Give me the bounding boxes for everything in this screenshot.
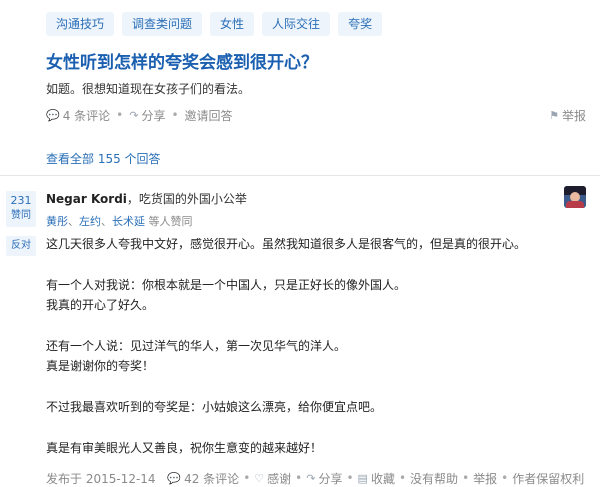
share-icon: ↷ [306,471,316,485]
topic-tag[interactable]: 女性 [210,12,255,36]
voters-suffix: 等人赞同 [145,215,193,228]
question-description: 如题。很想知道现在女孩子们的看法。 [46,82,251,96]
question-share-label: 分享 [141,108,166,123]
author-info: Negar Kordi，吃货国的外国小公举 [46,190,247,207]
flag-icon: ⚑ [549,108,559,122]
divider [0,175,600,176]
comment-icon: 💬 [46,108,60,122]
answer-content: 这几天很多人夸我中文好，感觉很开心。虽然我知道很多人是很客气的，但是真的很开心。… [46,234,576,458]
question-report-label: 举报 [561,108,586,123]
answer-actions: 发布于 2015-12-14 💬 42 条评论 • ♡ 感谢 • ↷ 分享 • … [46,470,590,486]
invite-answer-link[interactable]: 邀请回答 [185,107,233,124]
topic-tag[interactable]: 夸奖 [338,12,383,36]
collect-link[interactable]: ▤ 收藏 [358,470,395,487]
heart-icon: ♡ [254,471,265,485]
voter-separator: 、 [101,215,112,228]
answer-share-label: 分享 [318,471,343,486]
author-bio: ，吃货国的外国小公举 [126,192,247,206]
collect-label: 收藏 [370,471,395,486]
separator-dot: • [116,108,124,122]
separator-dot: • [295,471,303,485]
separator-dot: • [243,471,251,485]
share-icon: ↷ [129,108,139,122]
not-helpful-link[interactable]: 没有帮助 [410,470,458,487]
copyright-link[interactable]: 作者保留权利 [512,470,584,487]
upvote-label: 赞同 [11,210,31,221]
separator-dot: • [398,471,407,485]
topic-tags: 沟通技巧 调查类问题 女性 人际交往 夸奖 [46,12,383,36]
voter-separator: 、 [68,215,79,228]
thanks-label: 感谢 [267,471,292,486]
answer-comments-link[interactable]: 💬 42 条评论 [167,470,239,487]
voter-link[interactable]: 左约 [79,215,101,228]
answer-date-link[interactable]: 发布于 2015-12-14 [46,470,156,487]
avatar[interactable] [564,186,586,208]
voter-link[interactable]: 黄彤 [46,215,68,228]
answer-line: 有一个人对我说：你根本就是一个中国人，只是正好长的像外国人。 [46,278,407,292]
question-actions: 💬 4 条评论 • ↷ 分享 • 邀请回答 ⚑ 举报 [46,106,586,124]
answer-line: 真是谢谢你的夸奖！ [46,359,155,373]
answer-line: 还有一个人说：见过洋气的华人，第一次见华气的洋人。 [46,339,347,353]
topic-tag[interactable]: 沟通技巧 [46,12,115,36]
answer-line: 不过我最喜欢听到的夸奖是：小姑娘这么漂亮，给你便宜点吧。 [46,400,383,414]
topic-tag[interactable]: 人际交往 [262,12,331,36]
bookmark-icon: ▤ [357,471,368,485]
vote-count: 231 [10,194,32,207]
answer-share-link[interactable]: ↷ 分享 [306,470,342,487]
voters-line: 黄彤、左约、长术延 等人赞同 [46,213,193,229]
separator-dot: • [462,471,470,485]
separator-dot: • [171,108,179,122]
downvote-button[interactable]: 反对 [6,236,36,256]
answer-line: 这几天很多人夸我中文好，感觉很开心。虽然我知道很多人是很客气的，但是真的很开心。 [46,237,527,251]
separator-dot: • [346,471,354,485]
thanks-link[interactable]: ♡ 感谢 [254,470,291,487]
view-all-answers-link[interactable]: 查看全部 155 个回答 [46,150,161,167]
separator-dot: • [501,471,509,485]
separator-dot [160,471,164,485]
voter-link[interactable]: 长术延 [112,215,145,228]
answer-comments-label: 42 条评论 [184,471,240,486]
question-comments-link[interactable]: 💬 4 条评论 [46,107,110,124]
author-name[interactable]: Negar Kordi [46,192,127,206]
question-title[interactable]: 女性听到怎样的夸奖会感到很开心？ [46,48,318,73]
answer-line: 真是有审美眼光人又善良，祝你生意变的越来越好！ [46,441,323,455]
question-report-link[interactable]: ⚑ 举报 [549,107,586,124]
upvote-button[interactable]: 231 赞同 [6,191,36,227]
answer-report-link[interactable]: 举报 [473,470,497,487]
question-share-link[interactable]: ↷ 分享 [129,107,165,124]
answer-line: 我真的开心了好久。 [46,298,155,312]
question-comments-label: 4 条评论 [62,108,111,123]
topic-tag[interactable]: 调查类问题 [122,12,203,36]
comment-icon: 💬 [167,471,182,485]
